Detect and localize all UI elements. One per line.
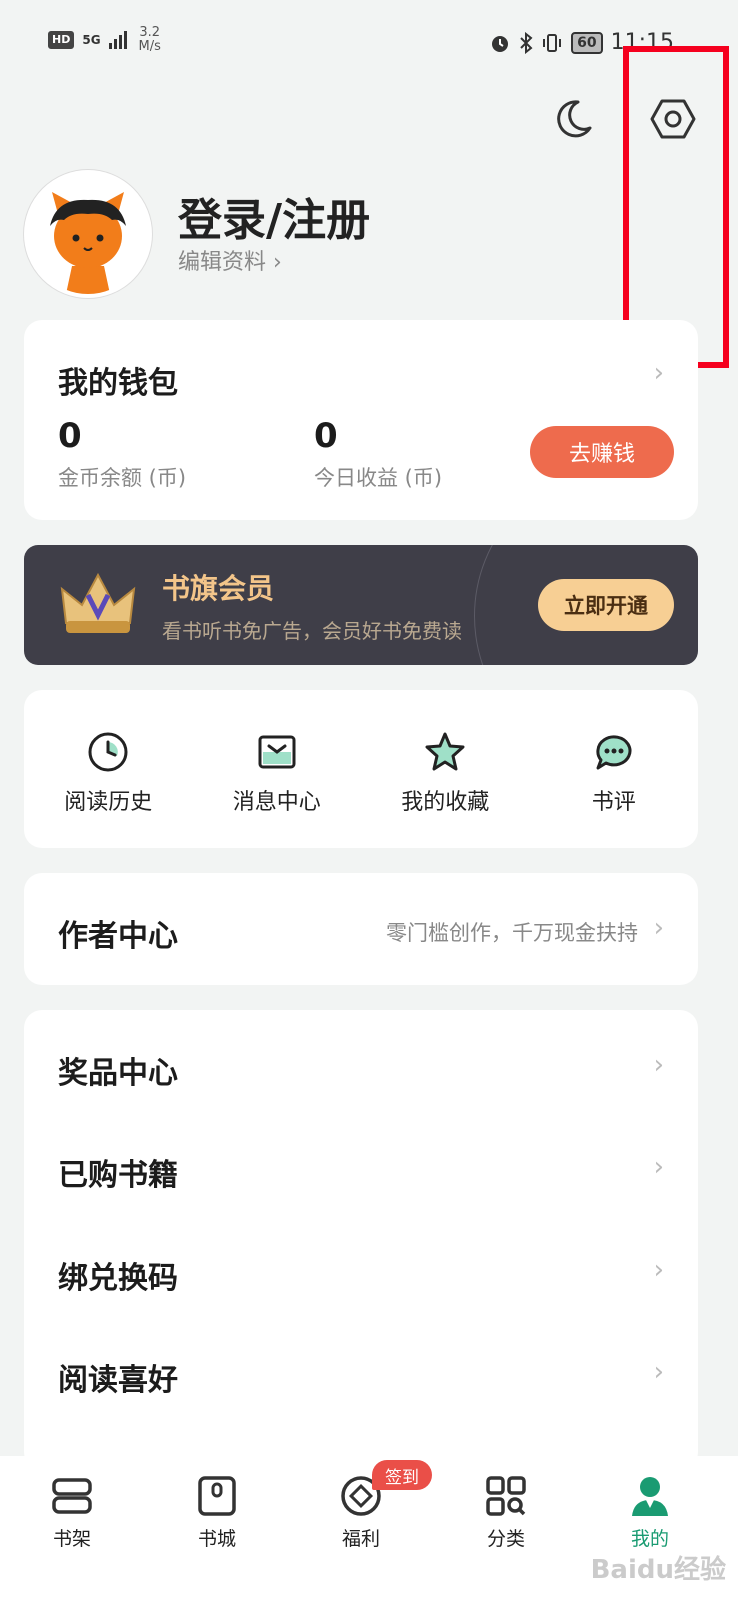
alarm-icon (492, 35, 509, 52)
network-type: 5G (82, 33, 101, 47)
vibrate-icon (543, 33, 562, 52)
network-speed: 3.2 M/s (139, 26, 161, 54)
author-center-row[interactable]: 作者中心 零门槛创作，千万现金扶持 › (24, 873, 698, 985)
chevron-right-icon: › (653, 1357, 664, 1387)
menu-item-redeem-code[interactable]: 绑兑换码 › (24, 1243, 698, 1303)
menu-item-label: 奖品中心 (58, 1056, 178, 1091)
night-mode-icon[interactable] (550, 96, 596, 142)
shortcut-label: 阅读历史 (64, 790, 153, 815)
signal-icon (108, 31, 127, 49)
tab-label: 我的 (630, 1528, 669, 1550)
menu-item-reading-preferences[interactable]: 阅读喜好 › (24, 1345, 698, 1405)
user-icon (632, 1477, 668, 1516)
chevron-right-icon: › (653, 1255, 664, 1285)
chevron-right-icon: › (653, 1152, 664, 1182)
vip-activate-button[interactable]: 立即开通 (538, 579, 674, 631)
speed-unit: M/s (138, 39, 161, 54)
cat-avatar-icon (28, 174, 148, 294)
vip-title: 书旗会员 (162, 572, 275, 605)
shortcut-book-reviews[interactable]: 书评 (530, 690, 699, 848)
checkin-badge[interactable]: 签到 (372, 1460, 432, 1490)
shortcut-label: 书评 (591, 790, 636, 815)
clock-icon (88, 732, 128, 772)
comment-icon (596, 735, 632, 770)
tab-label: 福利 (341, 1528, 380, 1550)
menu-list: 奖品中心 › 已购书籍 › 绑兑换码 › 阅读喜好 › (24, 1010, 698, 1470)
category-icon (486, 1476, 526, 1516)
status-left: HD 5G 3.2 M/s (48, 26, 161, 54)
crown-icon (60, 572, 136, 633)
coin-balance-label: 金币余额 (币) (58, 466, 187, 490)
wallet-title: 我的钱包 (58, 366, 178, 401)
today-earnings-value: 0 (314, 416, 338, 456)
battery-indicator: 60 (571, 31, 603, 54)
shortcuts-card: 阅读历史 消息中心 我的收藏 书评 (24, 690, 698, 848)
speed-value: 3.2 (139, 25, 161, 40)
menu-item-label: 已购书籍 (58, 1158, 178, 1193)
menu-item-label: 阅读喜好 (58, 1363, 178, 1398)
author-center-subtitle: 零门槛创作，千万现金扶持 (386, 921, 638, 945)
earn-money-button[interactable]: 去赚钱 (530, 426, 674, 478)
chevron-right-icon: › (653, 1050, 664, 1080)
wallet-card[interactable]: 我的钱包 › 0 金币余额 (币) 0 今日收益 (币) 去赚钱 (24, 320, 698, 520)
menu-item-label: 绑兑换码 (58, 1261, 178, 1296)
shortcut-reading-history[interactable]: 阅读历史 (24, 690, 193, 848)
bookstore-icon (198, 1476, 236, 1516)
bluetooth-icon (520, 31, 533, 54)
avatar[interactable] (24, 170, 152, 298)
chevron-right-icon: › (653, 358, 664, 388)
tab-label: 书架 (52, 1528, 91, 1550)
shortcut-label: 消息中心 (232, 790, 321, 815)
star-icon (425, 732, 465, 771)
tab-bookshelf[interactable]: 书架 (22, 1474, 122, 1551)
tab-category[interactable]: 分类 (456, 1474, 556, 1551)
shortcut-my-favorites[interactable]: 我的收藏 (361, 690, 530, 848)
chevron-right-icon: › (653, 913, 664, 943)
author-center-title: 作者中心 (58, 919, 178, 954)
tab-label: 分类 (486, 1528, 525, 1550)
tab-me[interactable]: 我的 (600, 1474, 700, 1551)
coin-balance-value: 0 (58, 416, 82, 456)
vip-subtitle: 看书听书免广告，会员好书免费读 (162, 619, 462, 643)
vip-banner[interactable]: 书旗会员 看书听书免广告，会员好书免费读 立即开通 (24, 545, 698, 665)
hd-indicator: HD (48, 31, 75, 49)
shortcut-message-center[interactable]: 消息中心 (193, 690, 362, 848)
shortcut-label: 我的收藏 (401, 790, 490, 815)
message-box-icon (258, 735, 296, 769)
menu-item-purchased-books[interactable]: 已购书籍 › (24, 1140, 698, 1200)
tab-bookstore[interactable]: 书城 (167, 1474, 267, 1551)
watermark: Baidu经验 (590, 1555, 726, 1585)
tab-label: 书城 (197, 1528, 236, 1550)
login-register-link[interactable]: 登录/注册 (178, 184, 370, 248)
bookshelf-icon (52, 1478, 92, 1514)
menu-item-prize-center[interactable]: 奖品中心 › (24, 1038, 698, 1098)
edit-profile-link[interactable]: 编辑资料 › (178, 244, 282, 276)
today-earnings-label: 今日收益 (币) (314, 466, 443, 490)
